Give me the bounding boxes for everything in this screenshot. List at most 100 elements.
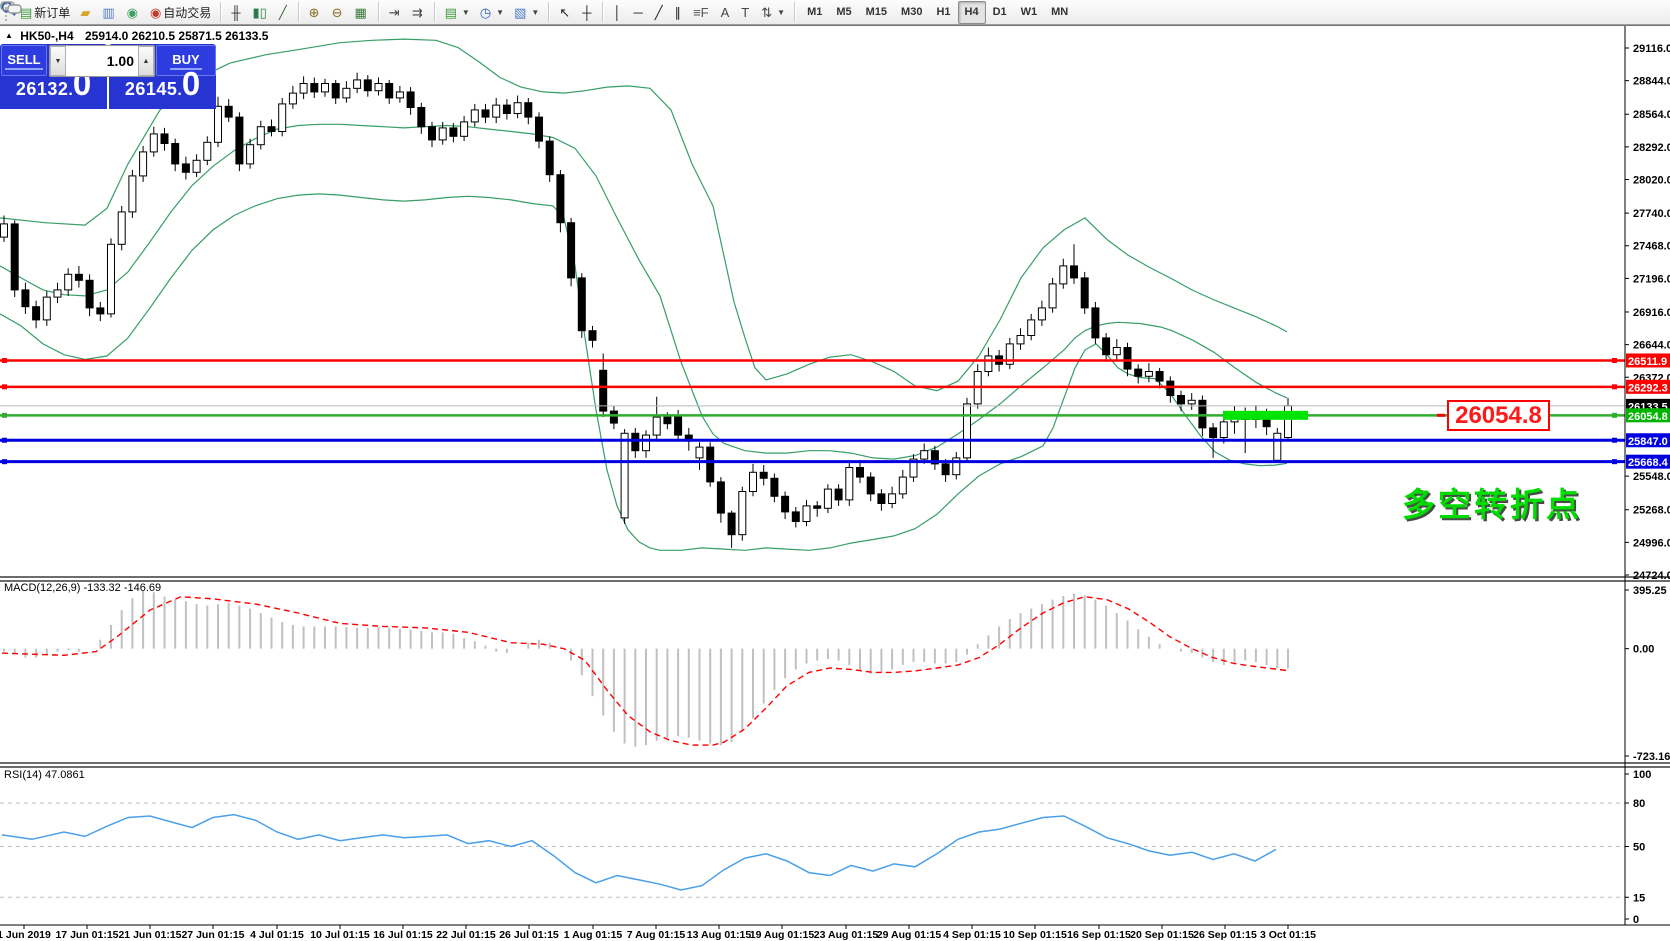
sell-button[interactable]: SELL [1, 45, 47, 76]
market-watch-button[interactable]: ◉ [122, 1, 145, 24]
time-axis-label: 4 Jul 01:15 [250, 929, 304, 941]
support-line-1-handle[interactable] [2, 438, 7, 443]
candle-bearish [814, 506, 821, 508]
chevron-down-icon[interactable]: ▼ [496, 8, 504, 17]
candle-bullish [118, 212, 125, 244]
price-axis-tick: 26644.0 [1633, 340, 1670, 352]
timeframe-mn[interactable]: MN [1044, 1, 1075, 24]
timeframe-d1[interactable]: D1 [986, 1, 1014, 24]
autotrading-button[interactable]: ◉自动交易 [145, 1, 216, 24]
candle-bullish [343, 88, 350, 98]
text-label-button[interactable]: T [736, 1, 756, 24]
resistance-line-1-handle[interactable] [2, 358, 7, 363]
timeframe-h4[interactable]: H4 [958, 1, 986, 24]
trendline-button[interactable]: ╱ [650, 1, 670, 24]
candle-bearish [332, 84, 339, 98]
pivot-highlight-zone[interactable] [1223, 411, 1308, 420]
timeframe-w1[interactable]: W1 [1014, 1, 1045, 24]
timeframe-m30[interactable]: M30 [894, 1, 929, 24]
equidistant-channel-button[interactable]: ∥ [670, 1, 689, 24]
symbol-collapse-icon[interactable]: ▲ [5, 31, 13, 40]
resistance-line-2-handle[interactable] [2, 384, 7, 389]
candle-bullish [375, 84, 382, 91]
candle-bearish [728, 513, 735, 535]
support-line-2-handle[interactable] [1612, 459, 1617, 464]
pivot-price-callout[interactable]: 26054.8 [1447, 400, 1550, 431]
volume-input[interactable] [66, 46, 138, 76]
trendline-icon: ╱ [655, 6, 663, 19]
candle-bullish [108, 244, 115, 314]
resistance-line-1-handle[interactable] [1612, 358, 1617, 363]
timeframe-m15[interactable]: M15 [859, 1, 894, 24]
chart-shift-button[interactable]: ⇥ [384, 1, 407, 24]
text-icon: A [721, 6, 730, 19]
candle-bearish [1135, 369, 1142, 376]
candle-bullish [247, 145, 254, 164]
chevron-down-icon[interactable]: ▼ [531, 8, 539, 17]
candle-bearish [707, 447, 714, 482]
support-line-1-handle[interactable] [1612, 438, 1617, 443]
pivot-line-handle[interactable] [2, 413, 7, 418]
crosshair-icon: ┼ [582, 6, 591, 19]
timeframe-d1-label: D1 [993, 6, 1007, 18]
charts-window-button[interactable]: ▥ [97, 1, 121, 24]
bar-chart-button[interactable]: ╫ [226, 1, 247, 24]
price-axis-tick: 28844.0 [1633, 76, 1670, 88]
arrows-button[interactable]: ⇅▼ [756, 1, 790, 24]
chevron-down-icon[interactable]: ▼ [462, 8, 470, 17]
candle-bearish [792, 512, 799, 522]
timeframe-h1[interactable]: H1 [929, 1, 957, 24]
volume-decrease-button[interactable]: ▼ [50, 46, 66, 76]
line-chart-button[interactable]: ╱ [274, 1, 294, 24]
candle-bearish [578, 278, 585, 331]
candle-bearish [771, 478, 778, 496]
cursor-button[interactable]: ↖ [554, 1, 577, 24]
candle-bullish [1017, 335, 1024, 343]
metaeditor-button[interactable]: ▰ [75, 1, 97, 24]
text-button[interactable]: A [716, 1, 737, 24]
volume-increase-button[interactable]: ▲ [138, 46, 154, 76]
profiles-button[interactable]: ◷▼ [475, 1, 509, 24]
candle-bullish [279, 104, 286, 132]
pivot-line-handle[interactable] [1612, 413, 1617, 418]
new-chart-button[interactable]: ▤▼ [440, 1, 475, 24]
crosshair-button[interactable]: ┼ [577, 1, 598, 24]
tile-windows-icon: ▦ [354, 6, 366, 19]
tile-windows-button[interactable]: ▦ [349, 1, 373, 24]
chart-canvas[interactable]: 29116.028844.028564.028292.028020.027740… [0, 0, 1670, 941]
candle-bearish [1167, 381, 1174, 395]
candle-bearish [225, 106, 232, 117]
timeframe-m1[interactable]: M1 [800, 1, 829, 24]
bar-chart-icon: ╫ [231, 6, 240, 19]
candle-bullish [257, 127, 264, 145]
candle-bullish [846, 467, 853, 499]
auto-scroll-icon: ⇉ [412, 6, 423, 19]
time-axis-label: 21 Jun 01:15 [118, 929, 181, 941]
price-axis-tick: 24996.0 [1633, 537, 1670, 549]
templates-button[interactable]: ▧▼ [509, 1, 544, 24]
svg-text:26054.8: 26054.8 [1628, 411, 1668, 423]
candle-bullish [300, 84, 307, 94]
time-axis-label: 13 Aug 01:15 [687, 929, 752, 941]
timeframe-m5[interactable]: M5 [829, 1, 858, 24]
candle-bearish [589, 331, 596, 341]
new-order-button[interactable]: ▤新订单 [15, 1, 75, 24]
support-line-2-handle[interactable] [2, 459, 7, 464]
turning-point-annotation[interactable]: 多空转折点 [1396, 478, 1582, 526]
candle-bullish [1060, 266, 1067, 284]
vertical-line-button[interactable]: │ [608, 1, 628, 24]
chat-icon[interactable] [0, 0, 24, 16]
zoom-out-button[interactable]: ⊖ [327, 1, 350, 24]
chevron-down-icon[interactable]: ▼ [777, 8, 785, 17]
candle-bearish [1103, 338, 1110, 355]
fibonacci-button[interactable]: ≡F [688, 1, 716, 24]
candle-bearish [311, 84, 318, 92]
auto-scroll-button[interactable]: ⇉ [407, 1, 430, 24]
resistance-line-2-handle[interactable] [1612, 384, 1617, 389]
zoom-in-button[interactable]: ⊕ [304, 1, 327, 24]
cursor-icon: ↖ [559, 6, 570, 19]
candle-bullish [750, 472, 757, 491]
horizontal-line-button[interactable]: ─ [629, 1, 650, 24]
candle-bearish [182, 164, 189, 172]
candlestick-chart-button[interactable]: ▮▯ [248, 1, 274, 24]
